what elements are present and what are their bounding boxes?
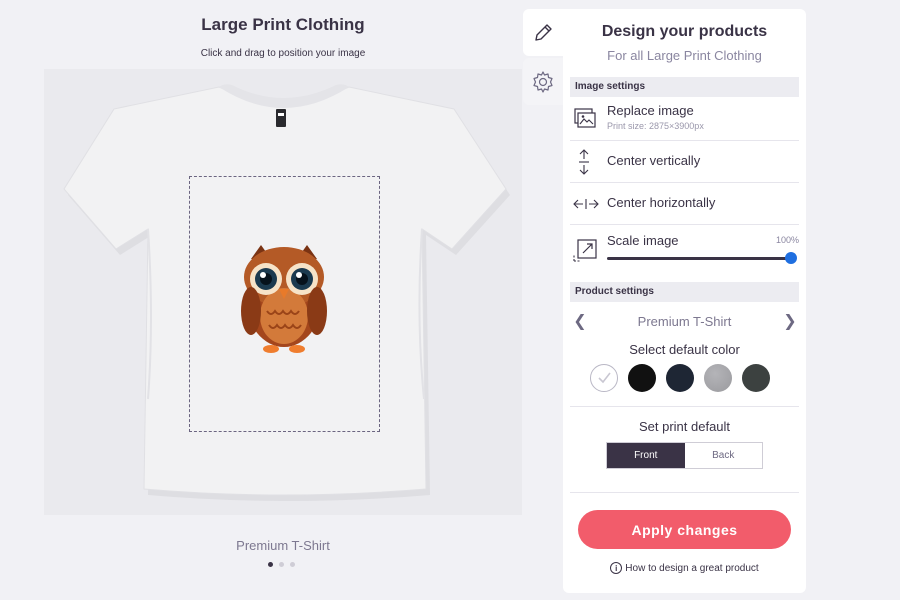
carousel-dot[interactable]	[279, 562, 284, 567]
divider	[570, 406, 799, 407]
center-vertically-label: Center vertically	[607, 153, 701, 168]
color-swatch-charcoal[interactable]	[742, 364, 770, 392]
color-swatch-black[interactable]	[628, 364, 656, 392]
color-swatches	[590, 364, 770, 392]
horizontal-arrows-icon	[573, 199, 599, 209]
preview-product-name: Premium T-Shirt	[236, 538, 330, 553]
scale-icon	[573, 239, 597, 262]
preview-title: Large Print Clothing	[201, 15, 365, 34]
color-swatch-heather-grey[interactable]	[704, 364, 732, 392]
info-icon: i	[610, 562, 623, 574]
back-button[interactable]: Back	[684, 443, 762, 468]
scale-slider-track[interactable]	[607, 257, 791, 260]
image-icon	[574, 108, 596, 128]
print-side-toggle: Front Back	[606, 442, 763, 469]
print-area-boundary[interactable]	[189, 176, 380, 432]
carousel-dots	[268, 562, 295, 567]
select-color-label: Select default color	[629, 342, 740, 357]
divider	[570, 492, 799, 493]
apply-changes-button[interactable]: Apply changes	[578, 510, 791, 549]
center-vertically-row[interactable]: Center vertically	[570, 141, 799, 183]
front-button[interactable]: Front	[607, 443, 685, 468]
gear-icon	[533, 70, 553, 93]
print-size-label: Print size: 2875×3900px	[607, 121, 704, 131]
product-settings-heading: Product settings	[570, 282, 799, 302]
preview-hint: Click and drag to position your image	[200, 48, 366, 59]
panel-subtitle: For all Large Print Clothing	[607, 48, 762, 63]
scale-slider-thumb[interactable]	[785, 252, 797, 264]
scale-value: 100%	[775, 235, 799, 245]
carousel-dot[interactable]	[268, 562, 273, 567]
vertical-arrows-icon	[579, 149, 589, 175]
color-swatch-navy[interactable]	[666, 364, 694, 392]
panel-title: Design your products	[601, 23, 768, 40]
check-icon	[598, 372, 611, 384]
pencil-icon	[535, 23, 552, 41]
product-preview-stage[interactable]	[44, 69, 522, 515]
scale-image-row: Scale image 100%	[570, 225, 799, 283]
center-horizontally-row[interactable]: Center horizontally	[570, 183, 799, 225]
replace-image-row[interactable]: Replace image Print size: 2875×3900px	[570, 98, 799, 141]
print-default-label: Set print default	[638, 419, 731, 434]
scale-image-label: Scale image	[607, 233, 679, 248]
help-link[interactable]: i How to design a great product	[563, 562, 806, 574]
color-swatch-white[interactable]	[590, 364, 618, 392]
tab-settings[interactable]	[523, 58, 563, 105]
product-selector: ❮ Premium T-Shirt ❯	[570, 311, 799, 333]
tab-design[interactable]	[523, 9, 563, 56]
help-link-label: How to design a great product	[625, 562, 759, 574]
image-settings-heading: Image settings	[570, 77, 799, 97]
replace-image-label: Replace image	[607, 103, 694, 118]
center-horizontally-label: Center horizontally	[607, 195, 716, 210]
design-panel: Design your products For all Large Print…	[563, 9, 806, 593]
side-tabs	[523, 9, 563, 105]
chevron-left-icon[interactable]: ❮	[573, 313, 587, 331]
carousel-dot[interactable]	[290, 562, 295, 567]
product-name: Premium T-Shirt	[637, 314, 732, 329]
chevron-right-icon[interactable]: ❯	[783, 313, 797, 331]
